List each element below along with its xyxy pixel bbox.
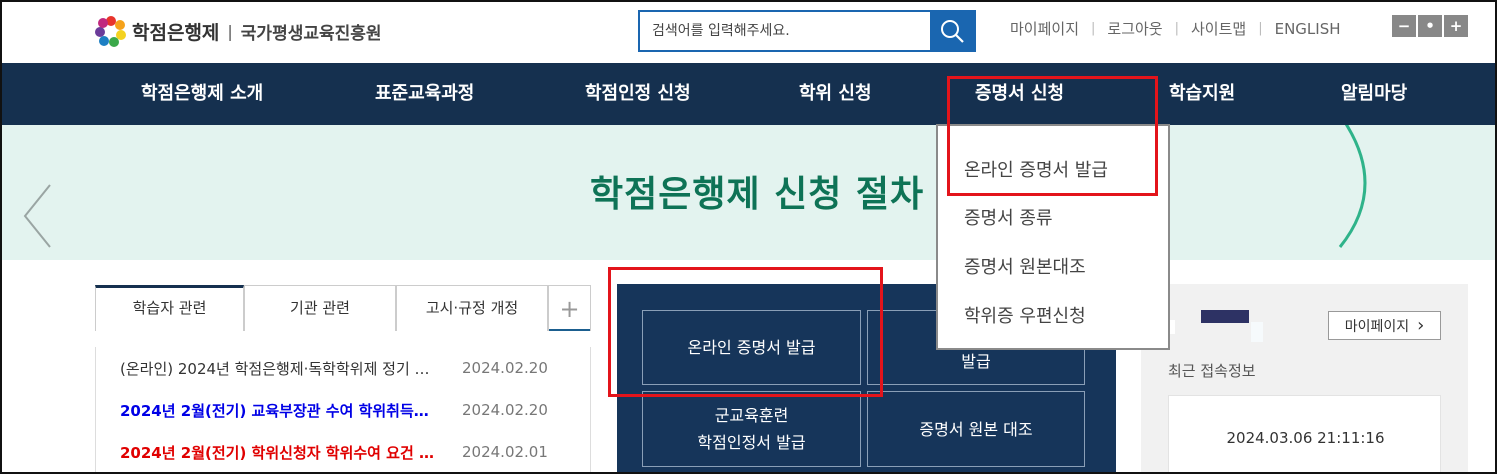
recent-login-label: 최근 접속정보 — [1168, 362, 1256, 380]
chevron-right-icon: › — [1417, 314, 1425, 336]
zoom-in-button[interactable]: + — [1444, 15, 1468, 37]
list-item[interactable]: (온라인) 2024년 학점은행제·독학학위제 정기 접수 안내 2024.02… — [96, 347, 590, 389]
util-logout-link[interactable]: 로그아웃 — [1107, 18, 1162, 39]
user-info-panel: 마이페이지 › 최근 접속정보 2024.03.06 21:11:16 — [1141, 284, 1468, 474]
nav-item-intro[interactable]: 학점은행제 소개 — [141, 63, 263, 125]
nav-item-standard-course[interactable]: 표준교육과정 — [375, 63, 474, 125]
nav-item-credit-application[interactable]: 학점인정 신청 — [585, 63, 691, 125]
util-sitemap-link[interactable]: 사이트맵 — [1191, 18, 1246, 39]
board-more-button[interactable]: + — [548, 285, 591, 331]
user-name-mask — [1251, 322, 1263, 342]
news-date: 2024.02.20 — [462, 401, 548, 419]
news-date: 2024.02.20 — [462, 359, 548, 377]
tab-learner[interactable]: 학습자 관련 — [95, 285, 244, 331]
main-banner: 학점은행제 신청 절차 — [0, 125, 1497, 260]
highlight-box-menu — [947, 76, 1158, 196]
board-tabs: 학습자 관련 기관 관련 고시·규정 개정 + — [95, 285, 591, 331]
mypage-button[interactable]: 마이페이지 › — [1328, 311, 1441, 340]
news-date: 2024.02.01 — [462, 443, 548, 461]
util-separator: | — [1258, 21, 1263, 36]
list-item[interactable]: 2024년 2월(전기) 학위신청자 학위수여 요건 안내 2024.02.01 — [96, 431, 590, 473]
mypage-button-label: 마이페이지 — [1344, 318, 1410, 335]
recent-login-box: 2024.03.06 21:11:16 — [1168, 395, 1441, 474]
tab-institution[interactable]: 기관 관련 — [244, 285, 396, 331]
banner-prev-icon[interactable] — [22, 183, 52, 253]
military-label-2: 학점인정서 발급 — [697, 433, 806, 452]
certificate-verify-button[interactable]: 증명서 원본 대조 — [867, 391, 1085, 467]
highlight-box-button — [608, 267, 883, 397]
news-title[interactable]: 2024년 2월(전기) 교육부장관 수여 학위취득자 안내 — [120, 400, 440, 421]
utility-links: 마이페이지 | 로그아웃 | 사이트맵 | ENGLISH — [1010, 18, 1341, 39]
nav-item-degree-application[interactable]: 학위 신청 — [799, 63, 872, 125]
util-mypage-link[interactable]: 마이페이지 — [1010, 18, 1079, 39]
military-credit-certificate-button[interactable]: 군교육훈련 학점인정서 발급 — [642, 391, 861, 467]
zoom-controls: − • + — [1392, 15, 1470, 37]
recent-login-time: 2024.03.06 21:11:16 — [1226, 429, 1385, 447]
zoom-out-button[interactable]: − — [1392, 15, 1416, 37]
submenu-certificate-types[interactable]: 증명서 종류 — [964, 204, 1053, 230]
logo-flower-icon — [94, 14, 128, 48]
board-list: (온라인) 2024년 학점은행제·독학학위제 정기 접수 안내 2024.02… — [95, 347, 591, 474]
banner-decoration-arc — [1290, 125, 1390, 259]
tab-regulation[interactable]: 고시·규정 개정 — [396, 285, 548, 331]
nav-item-learning-support[interactable]: 학습지원 — [1169, 63, 1235, 125]
site-header: 학점은행제 | 국가평생교육진흥원 마이페이지 | 로그아웃 | 사이트맵 | … — [0, 0, 1497, 63]
user-name-mask — [1201, 310, 1249, 323]
util-english-link[interactable]: ENGLISH — [1275, 20, 1341, 38]
certificate-verify-label: 증명서 원본 대조 — [919, 419, 1033, 439]
list-item[interactable]: 2024년 2월(전기) 교육부장관 수여 학위취득자 안내 2024.02.2… — [96, 389, 590, 431]
news-title[interactable]: 2024년 2월(전기) 학위신청자 학위수여 요건 안내 — [120, 442, 440, 463]
logo-separator: | — [227, 21, 233, 41]
news-title[interactable]: (온라인) 2024년 학점은행제·독학학위제 정기 접수 안내 — [120, 358, 440, 379]
notice-board: 학습자 관련 기관 관련 고시·규정 개정 + (온라인) 2024년 학점은행… — [95, 285, 591, 474]
org-name: 국가평생교육진흥원 — [240, 23, 382, 44]
submenu-certificate-verify[interactable]: 증명서 원본대조 — [964, 253, 1086, 279]
submenu-diploma-mail[interactable]: 학위증 우편신청 — [964, 302, 1086, 328]
search-box — [638, 10, 976, 52]
logo-text: 학점은행제 — [132, 21, 220, 44]
edu-certificate-label-2: 발급 — [961, 351, 991, 371]
search-button[interactable] — [930, 12, 974, 50]
util-separator: | — [1174, 21, 1179, 36]
main-nav: 학점은행제 소개 표준교육과정 학점인정 신청 학위 신청 증명서 신청 학습지… — [0, 63, 1497, 125]
nav-item-notice[interactable]: 알림마당 — [1341, 63, 1407, 125]
zoom-reset-button[interactable]: • — [1418, 15, 1442, 37]
site-logo[interactable]: 학점은행제 | 국가평생교육진흥원 — [94, 14, 382, 48]
search-input[interactable] — [640, 12, 930, 50]
military-label-1: 군교육훈련 — [714, 406, 789, 425]
util-separator: | — [1091, 21, 1096, 36]
search-icon — [941, 20, 964, 43]
banner-title: 학점은행제 신청 절차 — [590, 174, 925, 215]
